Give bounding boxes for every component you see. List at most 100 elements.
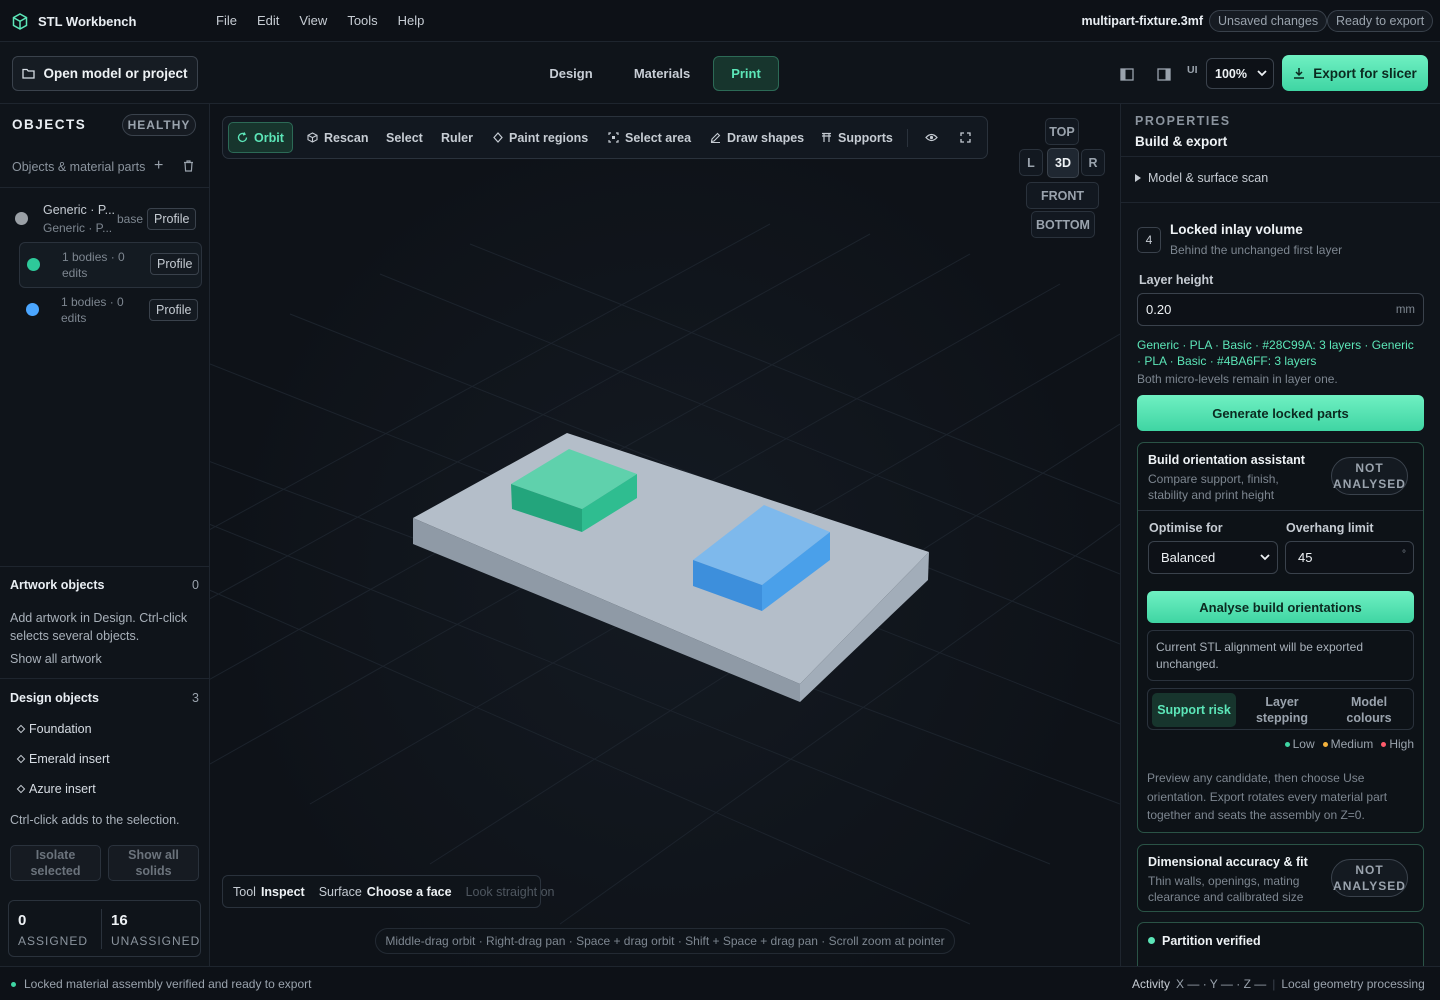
object-material: Generic · P...	[43, 221, 113, 235]
ui-scale-select[interactable]: 100%	[1206, 58, 1274, 89]
design-object-foundation[interactable]: Foundation	[16, 722, 92, 736]
look-straight-on-button[interactable]: Look straight on	[466, 885, 555, 899]
divider	[0, 566, 209, 567]
divider	[1138, 510, 1423, 511]
tool-ruler[interactable]: Ruler	[433, 122, 481, 153]
divider	[0, 678, 209, 679]
layer-note: Both micro-levels remain in layer one.	[1137, 372, 1338, 386]
tool-select-area[interactable]: Select area	[600, 122, 699, 153]
visibility-button[interactable]	[917, 122, 946, 153]
step-number: 4	[1137, 227, 1161, 253]
status-message: Locked material assembly verified and re…	[11, 977, 311, 991]
design-object-azure[interactable]: Azure insert	[16, 782, 96, 796]
layer-height-unit: mm	[1395, 303, 1415, 316]
plus-icon[interactable]: +	[154, 158, 163, 174]
open-model-button[interactable]: Open model or project	[12, 56, 198, 91]
menu-file[interactable]: File	[206, 12, 247, 29]
toggle-left-panel-button[interactable]	[1117, 64, 1137, 84]
object-tag: base	[117, 212, 144, 226]
dimensional-subtitle: Thin walls, openings, mating clearance a…	[1148, 874, 1304, 904]
status-text: Locked material assembly verified and re…	[24, 977, 312, 991]
assigned-count: 0	[18, 912, 27, 929]
isolate-selected-button[interactable]: Isolate selected	[10, 845, 101, 881]
view-front-button[interactable]: FRONT	[1026, 182, 1099, 209]
trash-icon[interactable]	[183, 160, 194, 175]
scene-canvas[interactable]	[210, 104, 1120, 966]
menu-view[interactable]: View	[289, 12, 337, 29]
orientation-status-badge: NOT ANALYSED	[1331, 457, 1408, 495]
health-badge: HEALTHY	[122, 114, 196, 136]
separator: |	[1272, 977, 1276, 991]
tool-label: Draw shapes	[727, 130, 805, 145]
export-for-slicer-button[interactable]: Export for slicer	[1282, 55, 1428, 91]
tab-print[interactable]: Print	[713, 56, 779, 91]
profile-button[interactable]: Profile	[150, 253, 200, 275]
view-right-button[interactable]: R	[1081, 149, 1105, 176]
left-panel-icon	[1120, 67, 1134, 81]
tool-select[interactable]: Select	[378, 122, 431, 153]
toggle-right-panel-button[interactable]	[1154, 64, 1174, 84]
navigation-hint: Middle-drag orbit · Right-drag pan · Spa…	[375, 928, 955, 954]
chevron-down-icon	[1257, 70, 1267, 77]
assigned-label: ASSIGNED	[18, 934, 89, 948]
locked-inlay-title: Locked inlay volume	[1170, 222, 1303, 237]
menu-edit[interactable]: Edit	[247, 12, 289, 29]
inspect-status-bar: Tool Inspect Surface Choose a face Look …	[222, 875, 555, 908]
show-all-artwork-link[interactable]: Show all artwork	[10, 652, 102, 666]
3d-viewport[interactable]	[210, 104, 1120, 966]
analyse-build-orientations-button[interactable]: Analyse build orientations	[1147, 591, 1414, 623]
diamond-icon	[16, 724, 26, 734]
ui-scale-label: UI	[1187, 64, 1198, 76]
status-dot-icon	[1148, 937, 1155, 944]
view-bottom-button[interactable]: BOTTOM	[1031, 211, 1095, 238]
color-swatch	[15, 212, 28, 225]
tool-supports[interactable]: Supports	[813, 122, 901, 153]
tool-label: Supports	[838, 130, 893, 145]
dimensional-accuracy-card: Dimensional accuracy & fit Thin walls, o…	[1137, 844, 1424, 912]
fullscreen-button[interactable]	[952, 122, 979, 153]
chevron-down-icon	[1260, 554, 1270, 561]
tool-label: Select	[386, 130, 423, 145]
tool-draw-shapes[interactable]: Draw shapes	[702, 122, 812, 153]
overhang-unit: °	[1402, 549, 1406, 560]
optimise-for-select[interactable]: Balanced	[1148, 541, 1278, 574]
unassigned-count: 16	[111, 912, 128, 929]
diamond-icon	[493, 132, 503, 143]
generate-locked-parts-button[interactable]: Generate locked parts	[1137, 395, 1424, 431]
dot-icon	[1322, 741, 1328, 747]
status-dot-icon	[11, 981, 16, 987]
cube-logo-icon	[12, 12, 28, 30]
object-summary: 1 bodies · 0	[61, 295, 124, 309]
show-all-solids-button[interactable]: Show all solids	[108, 845, 199, 881]
model-scan-toggle[interactable]: Model & surface scan	[1135, 171, 1268, 185]
divider	[907, 129, 908, 147]
view-top-button[interactable]: TOP	[1045, 118, 1079, 145]
segment-layer-stepping[interactable]: Layer stepping	[1242, 693, 1322, 727]
design-object-emerald[interactable]: Emerald insert	[16, 752, 110, 766]
profile-button[interactable]: Profile	[147, 208, 197, 230]
profile-button[interactable]: Profile	[149, 299, 199, 321]
activity-label[interactable]: Activity	[1132, 977, 1170, 991]
app-brand: STL Workbench	[12, 12, 136, 30]
tool-rescan[interactable]: Rescan	[299, 122, 376, 153]
tool-orbit[interactable]: Orbit	[228, 122, 293, 153]
menu-help[interactable]: Help	[388, 12, 435, 29]
overhang-limit-input[interactable]: 45 °	[1285, 541, 1414, 574]
object-row-emerald[interactable]: 1 bodies · 0 edits Profile	[19, 242, 202, 288]
legend-low: Low	[1284, 737, 1315, 751]
tool-paint-regions[interactable]: Paint regions	[485, 122, 596, 153]
menu-tools[interactable]: Tools	[337, 12, 387, 29]
object-row-azure[interactable]: 1 bodies · 0 edits Profile	[19, 288, 202, 334]
layer-height-input[interactable]: 0.20 mm	[1137, 293, 1424, 326]
view-left-button[interactable]: L	[1019, 149, 1043, 176]
object-row-foundation[interactable]: Generic · P... Generic · P... base Profi…	[12, 197, 202, 243]
segment-support-risk[interactable]: Support risk	[1152, 693, 1236, 727]
segment-model-colours[interactable]: Model colours	[1328, 693, 1410, 727]
model-scan-label: Model & surface scan	[1148, 171, 1269, 185]
selection-hint: Ctrl-click adds to the selection.	[10, 813, 180, 827]
view-3d-button[interactable]: 3D	[1047, 148, 1079, 178]
tab-design[interactable]: Design	[540, 56, 602, 91]
tab-materials[interactable]: Materials	[626, 56, 698, 91]
tool-value: Inspect	[260, 884, 305, 899]
eye-icon	[925, 133, 938, 142]
